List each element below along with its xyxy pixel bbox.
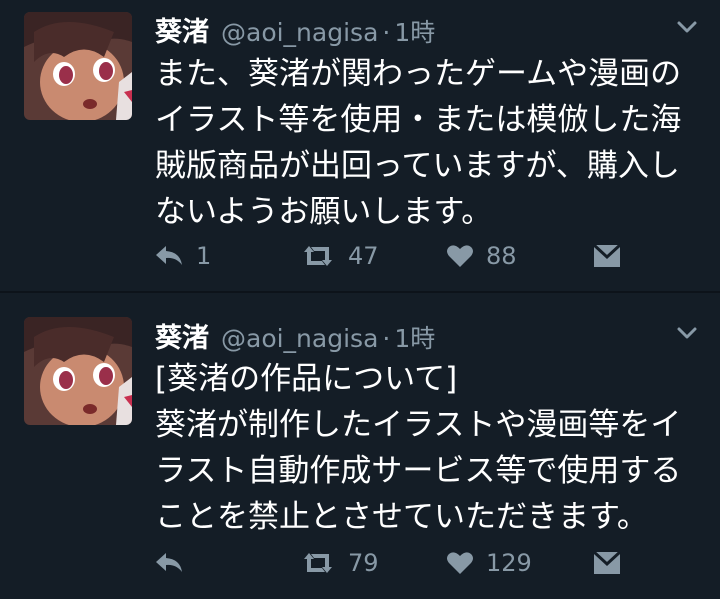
separator-dot: ·: [382, 18, 391, 47]
direct-message-icon: [593, 550, 621, 576]
reply-icon: [154, 243, 184, 269]
like-button[interactable]: 88: [446, 238, 517, 274]
tweet-text-line: また、葵渚が関わったゲームや漫画の: [155, 56, 682, 92]
tweet-actions: 79 129: [150, 545, 690, 581]
like-count: 88: [486, 242, 517, 270]
retweet-button[interactable]: 79: [300, 545, 379, 581]
separator-dot: ·: [382, 324, 391, 353]
tweet-1[interactable]: 葵渚 @aoi_nagisa · 1時 また、葵渚が関わったゲームや漫画の イラ…: [0, 0, 720, 291]
heart-icon: [446, 243, 474, 269]
direct-message-button[interactable]: [593, 545, 621, 581]
user-handle[interactable]: @aoi_nagisa: [221, 324, 378, 353]
like-count: 129: [486, 549, 532, 577]
like-button[interactable]: 129: [446, 545, 532, 581]
tweet-text-line: ラスト自動作成サービス等で使用する: [155, 453, 682, 489]
timestamp[interactable]: 1時: [394, 13, 435, 49]
direct-message-button[interactable]: [593, 238, 621, 274]
retweet-button[interactable]: 47: [300, 238, 379, 274]
reply-button[interactable]: [154, 545, 196, 581]
tweet-text-line: イラスト等を使用・または模倣した海: [155, 102, 682, 138]
avatar[interactable]: [24, 12, 132, 120]
reply-button[interactable]: 1: [154, 238, 211, 274]
tweet-text-line: ことを禁止とさせていただきます。: [155, 499, 648, 535]
heart-icon: [446, 550, 474, 576]
tweet-text-line: 賊版商品が出回っていますが、購入し: [155, 148, 680, 184]
tweet-text: [葵渚の作品について] 葵渚が制作したイラストや漫画等をイ ラスト自動作成サービ…: [155, 356, 710, 540]
display-name[interactable]: 葵渚: [155, 316, 209, 355]
chevron-down-icon[interactable]: [672, 318, 702, 348]
tweet-actions: 1 47 88: [150, 238, 690, 274]
tweet-header: 葵渚 @aoi_nagisa · 1時: [155, 10, 435, 49]
timestamp[interactable]: 1時: [394, 319, 435, 355]
retweet-count: 47: [348, 242, 379, 270]
tweet-2[interactable]: 葵渚 @aoi_nagisa · 1時 [葵渚の作品について] 葵渚が制作したイ…: [0, 293, 720, 599]
chevron-down-icon[interactable]: [672, 12, 702, 42]
tweet-text-line: ないようお願いします。: [155, 194, 493, 230]
user-handle[interactable]: @aoi_nagisa: [221, 18, 378, 47]
retweet-icon: [300, 550, 336, 576]
retweet-icon: [300, 243, 336, 269]
tweet-text-line: 葵渚が制作したイラストや漫画等をイ: [155, 407, 682, 443]
reply-icon: [154, 550, 184, 576]
reply-count: 1: [196, 242, 212, 270]
tweet-text-line: [葵渚の作品について]: [155, 361, 458, 397]
tweet-header: 葵渚 @aoi_nagisa · 1時: [155, 316, 435, 355]
direct-message-icon: [593, 243, 621, 269]
display-name[interactable]: 葵渚: [155, 10, 209, 49]
retweet-count: 79: [348, 549, 379, 577]
tweet-text: また、葵渚が関わったゲームや漫画の イラスト等を使用・または模倣した海 賊版商品…: [155, 51, 710, 235]
avatar[interactable]: [24, 317, 132, 425]
